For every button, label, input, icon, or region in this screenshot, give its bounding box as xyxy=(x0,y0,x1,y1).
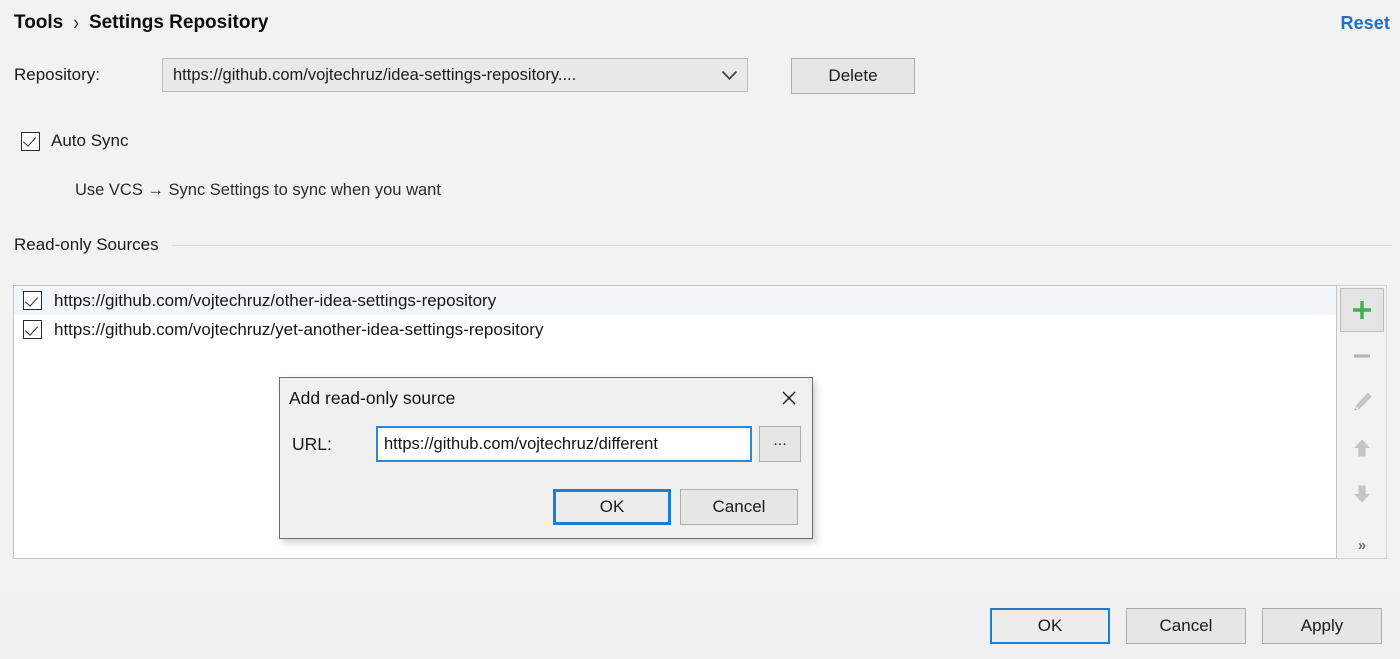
dialog-title: Add read-only source xyxy=(289,388,766,409)
repository-label: Repository: xyxy=(14,65,162,85)
add-readonly-source-dialog: Add read-only source URL: ... OK Cancel xyxy=(279,377,813,539)
list-item[interactable]: https://github.com/vojtechruz/yet-anothe… xyxy=(14,315,1336,344)
remove-button[interactable] xyxy=(1340,334,1384,378)
list-item-label: https://github.com/vojtechruz/other-idea… xyxy=(54,291,496,311)
readonly-sources-section-header: Read-only Sources xyxy=(14,235,1392,255)
breadcrumb-root[interactable]: Tools xyxy=(14,12,63,34)
add-button[interactable] xyxy=(1340,288,1384,332)
auto-sync-hint: Use VCS → Sync Settings to sync when you… xyxy=(75,181,441,200)
dialog-ok-button[interactable]: OK xyxy=(553,489,671,525)
repository-combobox[interactable]: https://github.com/vojtechruz/idea-setti… xyxy=(162,58,748,92)
url-field-row: URL: ... xyxy=(280,426,801,462)
ok-button[interactable]: OK xyxy=(990,608,1110,644)
list-item-label: https://github.com/vojtechruz/yet-anothe… xyxy=(54,320,543,340)
repository-row: Repository: https://github.com/vojtechru… xyxy=(14,58,748,92)
dialog-buttons: OK Cancel xyxy=(553,489,798,525)
list-toolbar: » xyxy=(1337,285,1387,559)
breadcrumb-separator-icon: › xyxy=(73,11,79,36)
close-icon[interactable] xyxy=(766,378,812,418)
edit-button[interactable] xyxy=(1340,380,1384,424)
list-item-checkbox[interactable] xyxy=(23,320,42,339)
chevron-down-icon xyxy=(719,65,739,85)
arrow-down-icon xyxy=(1350,482,1374,506)
add-icon xyxy=(1350,298,1374,322)
move-down-button[interactable] xyxy=(1340,472,1384,516)
auto-sync-checkbox[interactable] xyxy=(21,132,40,151)
delete-button[interactable]: Delete xyxy=(791,58,915,94)
move-up-button[interactable] xyxy=(1340,426,1384,470)
list-item[interactable]: https://github.com/vojtechruz/other-idea… xyxy=(14,286,1336,315)
list-item-checkbox[interactable] xyxy=(23,291,42,310)
browse-button[interactable]: ... xyxy=(759,426,801,462)
repository-combobox-value: https://github.com/vojtechruz/idea-setti… xyxy=(173,66,713,85)
reset-link[interactable]: Reset xyxy=(1340,13,1390,34)
remove-icon xyxy=(1350,344,1374,368)
auto-sync-checkbox-row[interactable]: Auto Sync xyxy=(21,131,129,151)
dialog-cancel-button[interactable]: Cancel xyxy=(680,489,798,525)
arrow-up-icon xyxy=(1350,436,1374,460)
apply-button[interactable]: Apply xyxy=(1262,608,1382,644)
cancel-button[interactable]: Cancel xyxy=(1126,608,1246,644)
url-input[interactable] xyxy=(376,426,752,462)
expand-toolbar-button[interactable]: » xyxy=(1358,537,1365,554)
dialog-titlebar: Add read-only source xyxy=(280,378,812,418)
settings-repository-page: Tools › Settings Repository Reset Reposi… xyxy=(0,0,1400,659)
section-divider xyxy=(172,245,1392,246)
url-label: URL: xyxy=(292,434,376,455)
breadcrumb: Tools › Settings Repository xyxy=(14,12,268,34)
edit-pencil-icon xyxy=(1349,389,1375,415)
readonly-sources-title: Read-only Sources xyxy=(14,235,159,255)
auto-sync-label: Auto Sync xyxy=(51,131,129,151)
page-title: Settings Repository xyxy=(89,12,268,34)
dialog-button-bar: OK Cancel Apply xyxy=(0,592,1400,659)
